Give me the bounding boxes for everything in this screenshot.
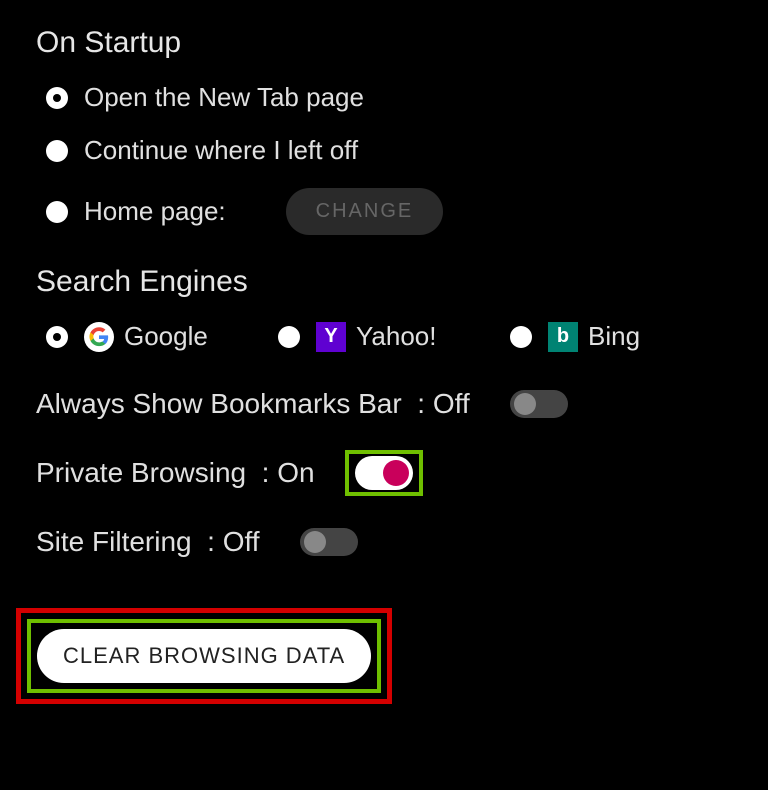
site-filtering-toggle[interactable] — [300, 528, 358, 556]
radio-icon — [46, 140, 68, 162]
site-filtering-row: Site Filtering : Off — [36, 526, 732, 558]
startup-option-home[interactable]: Home page: CHANGE — [46, 188, 732, 235]
radio-icon — [46, 326, 68, 348]
bookmarks-bar-toggle[interactable] — [510, 390, 568, 418]
startup-option-continue[interactable]: Continue where I left off — [46, 135, 732, 166]
google-icon — [84, 322, 114, 352]
search-engine-label: Bing — [588, 321, 640, 352]
private-browsing-row: Private Browsing : On — [36, 450, 732, 496]
change-homepage-button[interactable]: CHANGE — [286, 188, 444, 235]
toggle-knob-icon — [514, 393, 536, 415]
private-browsing-toggle[interactable] — [355, 456, 413, 490]
startup-option-new-tab[interactable]: Open the New Tab page — [46, 82, 732, 113]
clear-browsing-highlight: CLEAR BROWSING DATA — [16, 608, 392, 704]
bing-icon: b — [548, 322, 578, 352]
toggle-knob-icon — [383, 460, 409, 486]
radio-icon — [278, 326, 300, 348]
search-engine-bing[interactable]: b Bing — [510, 321, 732, 352]
search-engine-yahoo[interactable]: Y Yahoo! — [278, 321, 500, 352]
bookmarks-bar-row: Always Show Bookmarks Bar : Off — [36, 388, 732, 420]
radio-icon — [510, 326, 532, 348]
search-heading: Search Engines — [36, 265, 732, 299]
search-engine-label: Google — [124, 321, 208, 352]
startup-option-label: Open the New Tab page — [84, 82, 364, 113]
radio-icon — [46, 201, 68, 223]
private-browsing-label: Private Browsing : On — [36, 457, 315, 489]
startup-heading: On Startup — [36, 26, 732, 60]
highlight-box — [345, 450, 423, 496]
clear-browsing-data-button[interactable]: CLEAR BROWSING DATA — [37, 629, 371, 683]
site-filtering-label: Site Filtering : Off — [36, 526, 260, 558]
yahoo-icon: Y — [316, 322, 346, 352]
startup-option-label: Home page: — [84, 196, 226, 227]
radio-icon — [46, 87, 68, 109]
search-engine-label: Yahoo! — [356, 321, 436, 352]
startup-option-label: Continue where I left off — [84, 135, 358, 166]
toggle-knob-icon — [304, 531, 326, 553]
search-engine-google[interactable]: Google — [46, 321, 268, 352]
bookmarks-bar-label: Always Show Bookmarks Bar : Off — [36, 388, 470, 420]
